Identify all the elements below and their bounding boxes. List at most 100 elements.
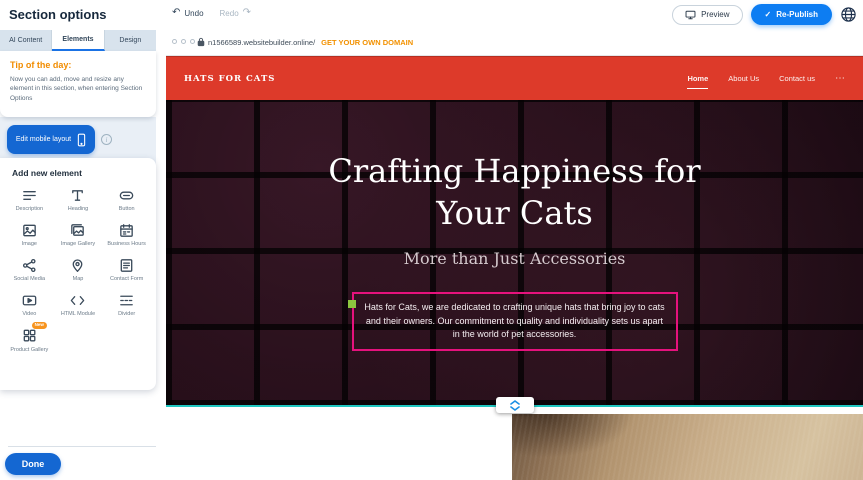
- element-label: Video: [22, 311, 36, 318]
- republish-label: Re-Publish: [776, 10, 818, 19]
- description-icon: [21, 186, 38, 204]
- element-label: Button: [119, 206, 135, 213]
- nav-about-us[interactable]: About Us: [728, 74, 759, 83]
- hero-subheading[interactable]: More than Just Accessories: [404, 249, 626, 268]
- add-new-element-heading: Add new element: [12, 168, 150, 178]
- address-bar: n1566589.websitebuilder.online/GET YOUR …: [208, 38, 413, 47]
- undo-button[interactable]: ↶ Undo: [172, 8, 204, 18]
- element-business-hours[interactable]: Business Hours: [103, 221, 150, 248]
- element-html-module[interactable]: HTML Module: [55, 291, 102, 318]
- heading-icon: [69, 186, 86, 204]
- lock-icon: [197, 37, 205, 47]
- section-options-panel: AI Content Elements Design Tip of the da…: [0, 28, 166, 480]
- resize-handle-green[interactable]: [348, 300, 356, 308]
- window-controls: [172, 39, 195, 44]
- image-icon: [21, 221, 38, 239]
- social-media-icon: [21, 256, 38, 274]
- add-new-element-card: Add new element Description Heading: [0, 158, 156, 390]
- carpet-cat-photo[interactable]: [512, 414, 863, 480]
- tab-label: AI Content: [9, 37, 42, 44]
- element-grid: Description Heading Button: [6, 186, 150, 354]
- element-label: Product Gallery: [10, 347, 48, 354]
- element-label: Map: [73, 276, 84, 283]
- language-globe-icon[interactable]: [840, 6, 857, 23]
- hero-heading-line1: Crafting Happiness for: [328, 150, 700, 192]
- monitor-icon: [685, 10, 696, 20]
- element-label: Description: [16, 206, 44, 213]
- phone-icon: [77, 133, 86, 147]
- tip-of-the-day-card: Tip of the day: Now you can add, move an…: [0, 51, 156, 117]
- site-logo[interactable]: HATS FOR CATS: [184, 74, 275, 84]
- redo-button[interactable]: Redo ↷: [220, 8, 252, 18]
- element-label: Divider: [118, 311, 135, 318]
- app-root: Section options ↶ Undo Redo ↷ Preview: [0, 0, 863, 480]
- hero-heading-line2: Your Cats: [328, 192, 700, 234]
- edit-mobile-layout-button[interactable]: Edit mobile layout: [7, 125, 95, 154]
- contact-form-icon: [118, 256, 135, 274]
- done-button[interactable]: Done: [5, 453, 61, 475]
- site-header: HATS FOR CATS Home About Us Contact us ⋯: [166, 56, 863, 100]
- tab-design[interactable]: Design: [105, 30, 156, 51]
- check-icon: ✓: [765, 10, 772, 19]
- element-label: Heading: [68, 206, 89, 213]
- preview-button[interactable]: Preview: [672, 5, 742, 25]
- redo-label: Redo: [220, 9, 239, 18]
- element-social-media[interactable]: Social Media: [6, 256, 53, 283]
- nav-more-icon[interactable]: ⋯: [835, 76, 845, 81]
- element-label: HTML Module: [61, 311, 95, 318]
- element-heading[interactable]: Heading: [55, 186, 102, 213]
- tip-body: Now you can add, move and resize any ele…: [10, 75, 146, 103]
- element-video[interactable]: Video: [6, 291, 53, 318]
- element-label: Business Hours: [107, 241, 146, 248]
- nav-contact-us[interactable]: Contact us: [779, 74, 815, 83]
- map-icon: [69, 256, 86, 274]
- element-contact-form[interactable]: Contact Form: [103, 256, 150, 283]
- hero-paragraph-text: Hats for Cats, we are dedicated to craft…: [364, 302, 664, 339]
- element-map[interactable]: Map: [55, 256, 102, 283]
- element-label: Social Media: [14, 276, 46, 283]
- element-label: Contact Form: [110, 276, 143, 283]
- panel-tabs: AI Content Elements Design: [0, 30, 156, 51]
- tip-title: Tip of the day:: [10, 60, 146, 70]
- window-control-dot: [181, 39, 186, 44]
- element-product-gallery[interactable]: New Product Gallery: [6, 327, 53, 354]
- image-gallery-icon: [69, 221, 86, 239]
- hero-heading[interactable]: Crafting Happiness for Your Cats: [328, 150, 700, 234]
- browser-chrome-bar: n1566589.websitebuilder.online/GET YOUR …: [166, 28, 863, 56]
- redo-icon: ↷: [243, 8, 251, 18]
- undo-redo-group: ↶ Undo Redo ↷: [172, 8, 251, 18]
- edit-mobile-label: Edit mobile layout: [16, 136, 71, 143]
- element-label: Image Gallery: [61, 241, 95, 248]
- element-image-gallery[interactable]: Image Gallery: [55, 221, 102, 248]
- toolbar-right-group: Preview ✓ Re-Publish: [672, 4, 857, 25]
- undo-icon: ↶: [172, 8, 180, 18]
- new-badge: New: [32, 322, 47, 330]
- nav-home[interactable]: Home: [687, 74, 708, 83]
- page-title: Section options: [9, 7, 107, 22]
- element-button[interactable]: Button: [103, 186, 150, 213]
- hero-paragraph-selected[interactable]: Hats for Cats, we are dedicated to craft…: [352, 292, 678, 351]
- element-image[interactable]: Image: [6, 221, 53, 248]
- tab-label: Elements: [62, 36, 93, 43]
- product-gallery-icon: New: [21, 327, 38, 345]
- element-label: Image: [22, 241, 37, 248]
- button-icon: [118, 186, 135, 204]
- panel-divider: [8, 446, 156, 447]
- element-description[interactable]: Description: [6, 186, 53, 213]
- get-your-own-domain-link[interactable]: GET YOUR OWN DOMAIN: [321, 38, 413, 47]
- preview-label: Preview: [701, 10, 729, 19]
- element-divider[interactable]: Divider: [103, 291, 150, 318]
- hero-section[interactable]: Crafting Happiness for Your Cats More th…: [166, 100, 863, 406]
- tab-ai-content[interactable]: AI Content: [0, 30, 52, 51]
- info-icon[interactable]: i: [101, 134, 112, 145]
- divider-icon: [118, 291, 135, 309]
- section-resize-handle[interactable]: [496, 397, 534, 413]
- site-preview-canvas: HATS FOR CATS Home About Us Contact us ⋯…: [166, 56, 863, 480]
- video-icon: [21, 291, 38, 309]
- republish-button[interactable]: ✓ Re-Publish: [751, 4, 832, 25]
- html-module-icon: [69, 291, 86, 309]
- top-toolbar: Section options ↶ Undo Redo ↷ Preview: [0, 0, 863, 28]
- site-nav: Home About Us Contact us ⋯: [687, 74, 845, 83]
- tab-elements[interactable]: Elements: [52, 30, 104, 51]
- window-control-dot: [172, 39, 177, 44]
